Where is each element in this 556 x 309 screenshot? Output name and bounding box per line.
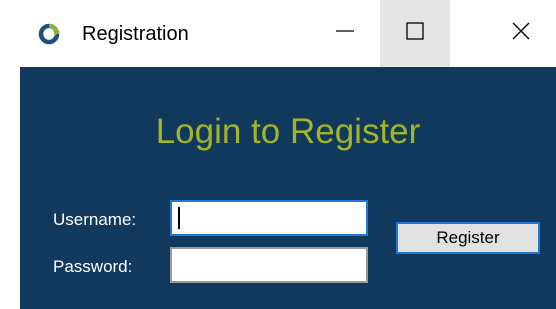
minimize-icon (335, 21, 355, 46)
register-button[interactable]: Register (396, 222, 540, 254)
maximize-icon (405, 21, 425, 46)
maximize-button[interactable] (380, 0, 450, 67)
page-title: Login to Register (155, 112, 421, 151)
username-field[interactable] (170, 200, 368, 236)
username-label: Username: (53, 210, 137, 229)
window-title: Registration (82, 23, 189, 45)
app-refresh-icon (38, 23, 60, 45)
form-panel: Login to Register Username: Password: Re… (20, 67, 556, 309)
minimize-button[interactable] (310, 0, 380, 67)
text-caret (178, 207, 180, 229)
password-field[interactable] (170, 247, 368, 283)
password-label: Password: (53, 257, 133, 276)
registration-window: Registration Login to Register Username: (20, 0, 556, 309)
close-icon (511, 21, 531, 46)
title-bar[interactable]: Registration (20, 0, 556, 67)
close-button[interactable] (486, 0, 556, 67)
